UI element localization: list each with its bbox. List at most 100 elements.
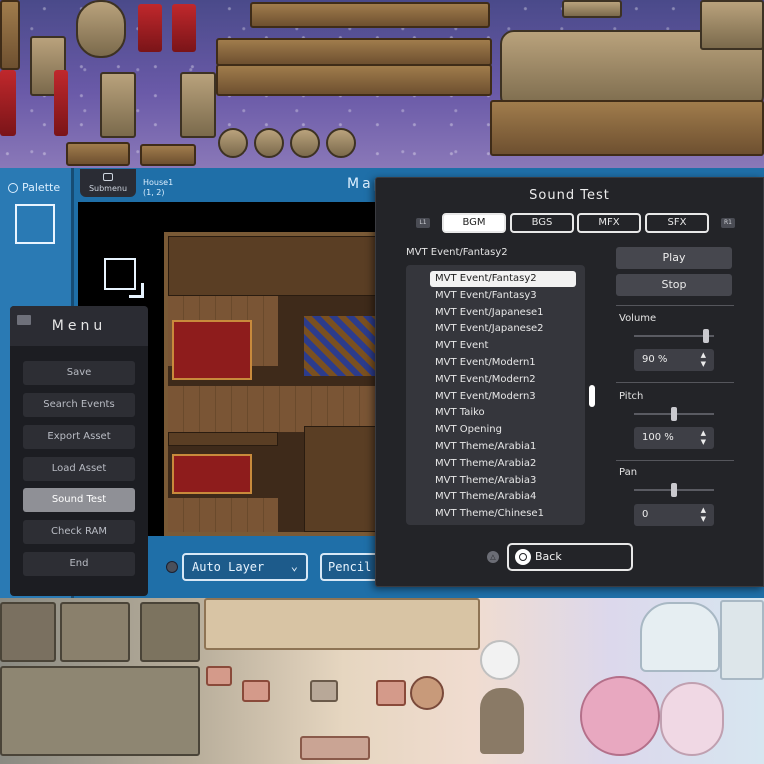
tab-bgm[interactable]: BGM — [442, 213, 506, 233]
tile-rug — [310, 680, 338, 702]
map-wall — [304, 426, 376, 532]
tile-painting — [140, 144, 196, 166]
tile-wood-frame — [204, 598, 480, 650]
map-wall — [168, 432, 278, 446]
tile-curtain-gray — [180, 72, 216, 138]
track-item[interactable]: MVT Event/Japanese1 — [430, 305, 576, 321]
tile-window-round — [254, 128, 284, 158]
menu-item-save[interactable]: Save — [23, 361, 135, 385]
track-item[interactable]: MVT Event/Modern1 — [430, 355, 576, 371]
layer-mode-value: Auto Layer — [192, 560, 265, 574]
volume-stepper[interactable]: 90 % ▲ ▼ — [634, 349, 714, 371]
map-floor — [168, 498, 278, 532]
stepper-arrows-icon: ▲ ▼ — [700, 506, 706, 523]
map-wall — [168, 236, 376, 296]
pan-slider-knob[interactable] — [671, 483, 677, 497]
menu-item-search-events[interactable]: Search Events — [23, 393, 135, 417]
volume-slider-knob[interactable] — [703, 329, 709, 343]
pitch-slider-knob[interactable] — [671, 407, 677, 421]
tile-window-round — [290, 128, 320, 158]
volume-label: Volume — [619, 313, 657, 324]
folder-icon — [17, 315, 31, 325]
tileset-preview-top — [0, 0, 764, 168]
track-item[interactable]: MVT Theme/Arabia4 — [430, 489, 576, 505]
tile-signs — [250, 2, 490, 28]
stepper-arrows-icon: ▲ ▼ — [700, 351, 706, 368]
track-item[interactable]: MVT Theme/Arabia1 — [430, 439, 576, 455]
track-item[interactable]: MVT Event/Fantasy3 — [430, 288, 576, 304]
back-button[interactable]: Back — [507, 543, 633, 571]
ps-button-icon — [8, 182, 18, 193]
tile-furniture — [300, 736, 370, 760]
map-coords: (1, 2) — [143, 188, 165, 197]
menu-item-end[interactable]: End — [23, 552, 135, 576]
track-item[interactable]: MVT Event/Modern3 — [430, 389, 576, 405]
tile-castle — [0, 602, 56, 662]
menu-item-check-ram[interactable]: Check RAM — [23, 520, 135, 544]
divider — [616, 305, 734, 306]
map-info: House1 (1, 2) — [143, 178, 173, 198]
tile-snow-rocks — [720, 600, 764, 680]
divider — [616, 382, 734, 383]
tile-snow-trees — [640, 602, 720, 672]
track-item[interactable]: MVT Theme/Arabia2 — [430, 456, 576, 472]
map-tiled-floor — [304, 316, 376, 376]
palette-swatch[interactable] — [15, 204, 55, 244]
stepper-arrows-icon: ▲ ▼ — [700, 429, 706, 446]
tile-castle — [60, 602, 130, 662]
tile-towers — [0, 666, 200, 756]
track-item[interactable]: MVT Event — [430, 338, 576, 354]
tile-rug — [242, 680, 270, 702]
stop-button[interactable]: Stop — [616, 274, 732, 296]
submenu-icon — [103, 173, 113, 181]
chevron-down-icon: ⌄ — [290, 559, 298, 573]
submenu-label: Submenu — [88, 184, 128, 193]
tile-signs — [216, 38, 492, 66]
palette-header: Palette — [8, 181, 60, 194]
track-item[interactable]: MVT Event/Modern2 — [430, 372, 576, 388]
volume-slider[interactable] — [634, 335, 714, 337]
pan-label: Pan — [619, 467, 638, 478]
pen-mode-select[interactable]: Pencil — [320, 553, 380, 581]
map-rug — [172, 320, 252, 380]
cursor-tool-icon[interactable] — [104, 258, 144, 298]
map-rug — [172, 454, 252, 494]
track-item[interactable]: MVT Opening — [430, 422, 576, 438]
track-item[interactable]: MVT Event/Japanese2 — [430, 321, 576, 337]
tile-door — [0, 0, 20, 70]
tile-banner — [138, 4, 162, 52]
tile-wheels — [562, 0, 622, 18]
tile-castle — [140, 602, 200, 662]
tile-curtain-gray — [100, 72, 136, 138]
layer-mode-select[interactable]: Auto Layer ⌄ — [182, 553, 308, 581]
menu-item-export-asset[interactable]: Export Asset — [23, 425, 135, 449]
menu-item-load-asset[interactable]: Load Asset — [23, 457, 135, 481]
tile-train-cab — [700, 0, 764, 50]
r1-badge: R1 — [721, 218, 735, 228]
divider — [616, 460, 734, 461]
track-list-scrollbar[interactable] — [589, 385, 595, 407]
track-item[interactable]: MVT Event/Fantasy2 — [430, 271, 576, 287]
map-name: House1 — [143, 178, 174, 187]
tile-rug — [376, 680, 406, 706]
tile-rug — [206, 666, 232, 686]
tile-train-deck — [490, 100, 764, 156]
tab-mfx[interactable]: MFX — [577, 213, 641, 233]
triangle-button-icon: △ — [487, 551, 499, 563]
tileset-preview-bottom — [0, 596, 764, 764]
tile-window-round — [326, 128, 356, 158]
menu-item-sound-test[interactable]: Sound Test — [23, 488, 135, 512]
tab-sfx[interactable]: SFX — [645, 213, 709, 233]
tab-bgs[interactable]: BGS — [510, 213, 574, 233]
track-item[interactable]: MVT Theme/Chinese1 — [430, 506, 576, 522]
track-item[interactable]: MVT Theme/Arabia3 — [430, 473, 576, 489]
current-track: MVT Event/Fantasy2 — [406, 247, 508, 258]
pitch-stepper[interactable]: 100 % ▲ ▼ — [634, 427, 714, 449]
tile-curtain — [54, 70, 68, 136]
pan-stepper[interactable]: 0 ▲ ▼ — [634, 504, 714, 526]
play-button[interactable]: Play — [616, 247, 732, 269]
submenu-button[interactable]: Submenu — [80, 169, 136, 197]
tile-banner — [172, 4, 196, 52]
map-room — [164, 232, 380, 536]
track-item[interactable]: MVT Taiko — [430, 405, 576, 421]
